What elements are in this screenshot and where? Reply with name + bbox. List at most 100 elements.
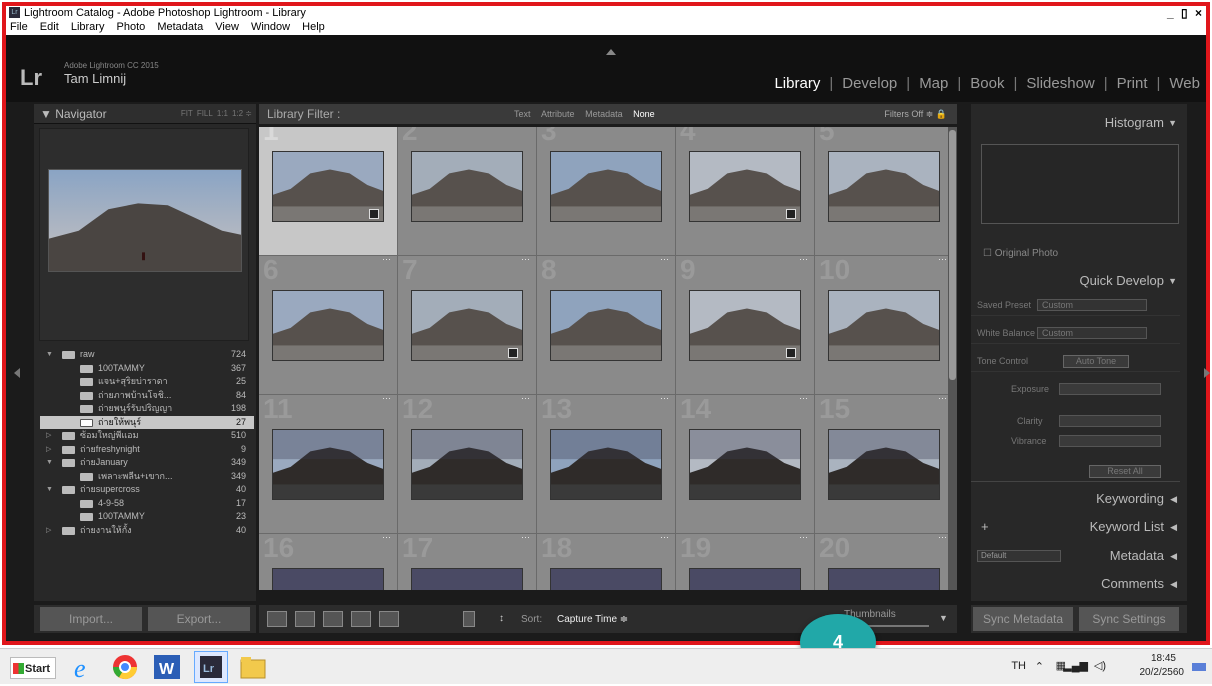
folder-row[interactable]: 4-9-58 17: [40, 497, 254, 511]
folder-row[interactable]: ถ่ายให้พนุร์ 27: [40, 415, 254, 429]
keyword-list-header[interactable]: + Keyword List ◀: [971, 516, 1180, 538]
menu-library[interactable]: Library: [71, 21, 105, 33]
expanded-triangle-icon[interactable]: ▼: [46, 483, 53, 497]
minimize-button[interactable]: _: [1167, 6, 1176, 20]
sort-dropdown[interactable]: Capture Time ≑: [557, 614, 628, 625]
cell-more-dots[interactable]: ···: [799, 393, 808, 403]
show-desktop-icon[interactable]: [1192, 663, 1206, 671]
sync-settings-button[interactable]: Sync Settings: [1079, 607, 1179, 631]
photo-thumbnail[interactable]: [689, 151, 801, 222]
original-photo-checkbox[interactable]: ☐ Original Photo: [983, 248, 1058, 259]
metadata-preset-select[interactable]: Default: [977, 550, 1061, 562]
white-balance-select[interactable]: Custom: [1037, 327, 1147, 339]
clock-date[interactable]: 20/2/2560: [1140, 667, 1185, 678]
cell-more-dots[interactable]: ···: [938, 254, 947, 264]
thumbnail-cell[interactable]: 2···: [398, 127, 537, 256]
navigator-preview[interactable]: [39, 128, 249, 341]
photo-thumbnail[interactable]: [828, 568, 940, 590]
thumbnail-cell[interactable]: 12 ···: [398, 393, 537, 534]
start-button[interactable]: Start: [10, 657, 56, 679]
folder-row[interactable]: ถ่ายภาพบ้านโจชิ... 84: [40, 389, 254, 403]
cell-more-dots[interactable]: ···: [521, 532, 530, 542]
photo-thumbnail[interactable]: [689, 568, 801, 590]
cell-more-dots[interactable]: ···: [382, 393, 391, 403]
signal-icon[interactable]: ▂▄▆: [1063, 659, 1088, 672]
photo-thumbnail[interactable]: [411, 151, 523, 222]
zoom-1-2[interactable]: 1:2 ≑: [232, 104, 252, 124]
module-slideshow[interactable]: Slideshow: [1026, 75, 1094, 92]
module-book[interactable]: Book: [970, 75, 1004, 92]
thumbnail-cell[interactable]: 14 ···: [676, 393, 815, 534]
expanded-triangle-icon[interactable]: ▼: [46, 456, 53, 470]
photo-thumbnail[interactable]: [411, 290, 523, 361]
reset-all-button[interactable]: Reset All: [1089, 465, 1161, 478]
folder-row[interactable]: ▷ ถ่ายfreshynight 9: [40, 443, 254, 457]
people-view-icon[interactable]: [379, 611, 399, 627]
cell-more-dots[interactable]: ···: [521, 393, 530, 403]
photo-thumbnail[interactable]: [828, 151, 940, 222]
cell-more-dots[interactable]: ···: [799, 532, 808, 542]
maximize-button[interactable]: ▯: [1181, 6, 1190, 20]
folder-row[interactable]: ▷ ซ้อมใหญ่พีแอม 510: [40, 429, 254, 443]
edited-badge-icon[interactable]: [369, 209, 379, 219]
cell-more-dots[interactable]: ···: [660, 393, 669, 403]
folder-row[interactable]: เพลาะพลีน+เขาก... 349: [40, 470, 254, 484]
cell-more-dots[interactable]: ···: [660, 532, 669, 542]
zoom-fill[interactable]: FILL: [197, 104, 213, 124]
thumbnail-cell[interactable]: 3···: [537, 127, 676, 256]
folder-row[interactable]: 100TAMMY 367: [40, 362, 254, 376]
photo-thumbnail[interactable]: [550, 429, 662, 500]
menu-view[interactable]: View: [215, 21, 239, 33]
filter-metadata[interactable]: Metadata: [585, 109, 623, 119]
painter-icon[interactable]: [463, 611, 475, 627]
folder-row[interactable]: ▼ raw 724: [40, 348, 254, 362]
thumbnail-cell[interactable]: 19 ···: [676, 532, 815, 590]
folder-row[interactable]: ▼ ถ่ายJanuary 349: [40, 456, 254, 470]
thumbnail-cell[interactable]: 11 ···: [259, 393, 398, 534]
menu-photo[interactable]: Photo: [117, 21, 146, 33]
photo-thumbnail[interactable]: [689, 429, 801, 500]
photo-thumbnail[interactable]: [828, 429, 940, 500]
thumbnail-cell[interactable]: 17 ···: [398, 532, 537, 590]
vibrance-buttons[interactable]: [1059, 435, 1161, 447]
add-keyword-icon[interactable]: +: [981, 516, 989, 538]
folder-row[interactable]: แจน+สุริยบ่าราดา 25: [40, 375, 254, 389]
collapsed-triangle-icon[interactable]: ▷: [46, 429, 51, 443]
module-print[interactable]: Print: [1117, 75, 1148, 92]
word-icon[interactable]: W: [150, 651, 184, 683]
exposure-buttons[interactable]: [1059, 383, 1161, 395]
folder-row[interactable]: ถ่ายพนุร์รับปริญญา 198: [40, 402, 254, 416]
thumbnail-cell[interactable]: 18 ···: [537, 532, 676, 590]
lock-icon[interactable]: 🔒: [936, 109, 947, 119]
cell-more-dots[interactable]: ···: [660, 254, 669, 264]
clarity-buttons[interactable]: [1059, 415, 1161, 427]
photo-thumbnail[interactable]: [272, 568, 384, 590]
cell-more-dots[interactable]: ···: [938, 393, 947, 403]
thumbnail-cell[interactable]: 5···: [815, 127, 948, 256]
saved-preset-select[interactable]: Custom: [1037, 299, 1147, 311]
expanded-triangle-icon[interactable]: ▼: [46, 348, 53, 362]
import-button[interactable]: Import...: [40, 607, 142, 631]
menu-metadata[interactable]: Metadata: [157, 21, 203, 33]
photo-thumbnail[interactable]: [272, 151, 384, 222]
zoom-fit[interactable]: FIT: [181, 104, 193, 124]
right-panel-toggle-icon[interactable]: [1204, 368, 1210, 378]
thumbnail-cell[interactable]: 16 ···: [259, 532, 398, 590]
filters-off-dropdown[interactable]: Filters Off ≑ 🔒: [884, 104, 947, 124]
photo-thumbnail[interactable]: [411, 429, 523, 500]
volume-icon[interactable]: ◁): [1094, 659, 1106, 672]
photo-thumbnail[interactable]: [828, 290, 940, 361]
thumbnail-cell[interactable]: 4···: [676, 127, 815, 256]
sync-metadata-button[interactable]: Sync Metadata: [973, 607, 1073, 631]
histogram-header[interactable]: Histogram ▼: [971, 112, 1180, 134]
thumbnail-cell[interactable]: 9 ···: [676, 254, 815, 395]
filter-none[interactable]: None: [633, 109, 655, 119]
photo-thumbnail[interactable]: [550, 568, 662, 590]
keywording-header[interactable]: Keywording ◀: [971, 488, 1180, 510]
chrome-icon[interactable]: [108, 651, 142, 683]
thumbnail-cell[interactable]: 20 ···: [815, 532, 948, 590]
internet-explorer-icon[interactable]: e: [68, 651, 102, 683]
grid-view-icon[interactable]: [267, 611, 287, 627]
lightroom-taskbar-icon[interactable]: Lr: [194, 651, 228, 683]
photo-thumbnail[interactable]: [689, 290, 801, 361]
